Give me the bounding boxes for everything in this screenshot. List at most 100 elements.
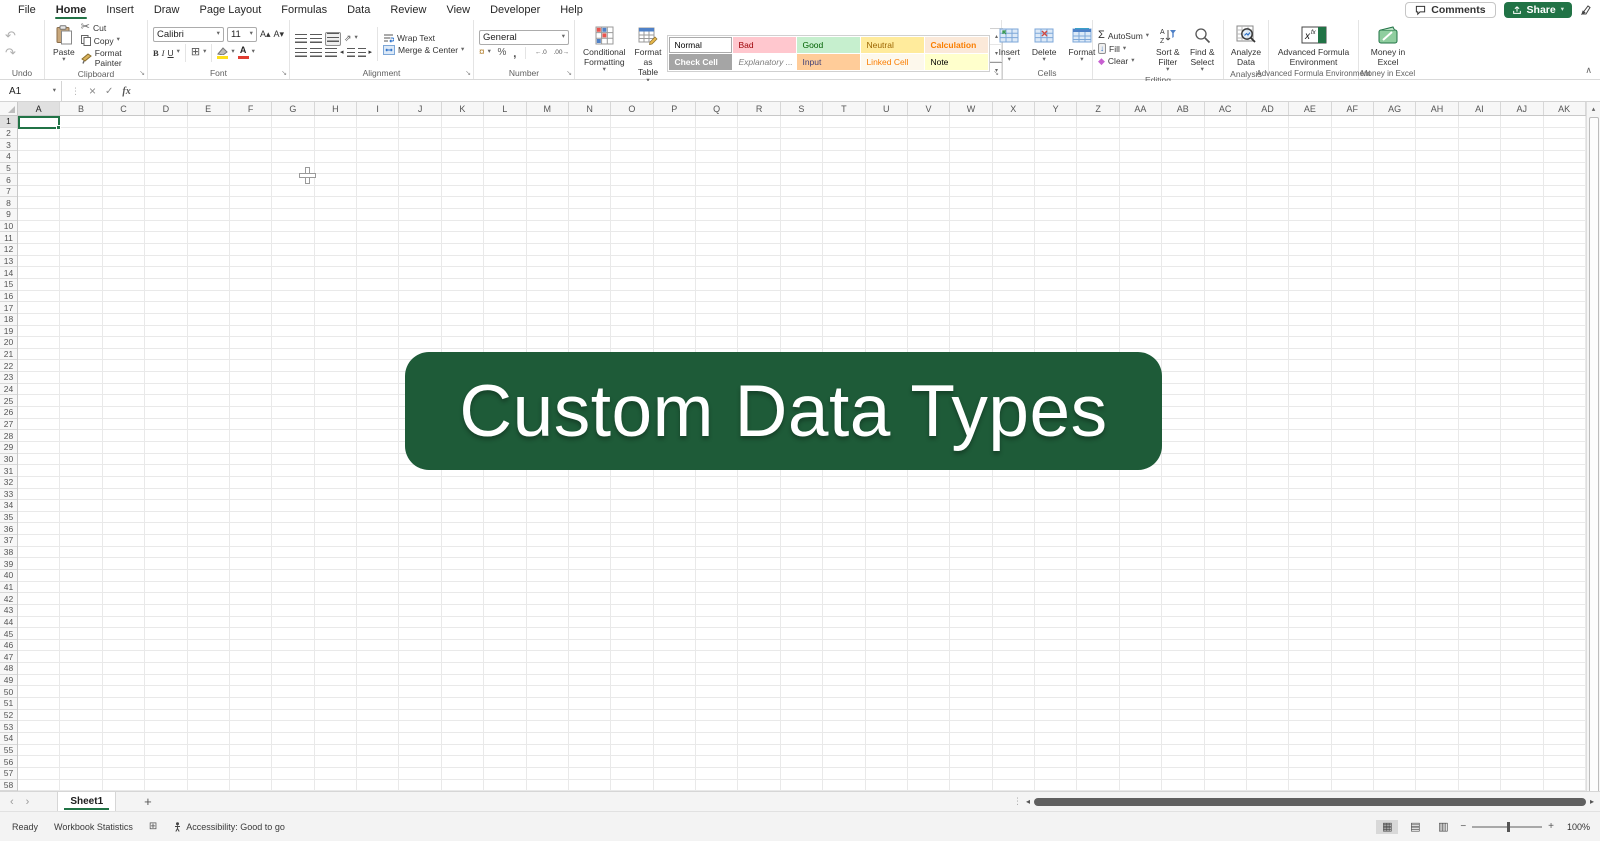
zoom-in-button[interactable]: + <box>1548 821 1554 832</box>
column-header-Z[interactable]: Z <box>1077 102 1119 115</box>
scroll-up-icon[interactable]: ▴ <box>1587 102 1600 116</box>
cancel-icon[interactable]: × <box>89 84 96 98</box>
bottom-align-icon[interactable] <box>325 32 341 46</box>
row-header-14[interactable]: 14 <box>0 267 17 279</box>
page-break-view-icon[interactable]: ▥ <box>1432 820 1454 834</box>
row-header-18[interactable]: 18 <box>0 314 17 326</box>
row-header-40[interactable]: 40 <box>0 570 17 582</box>
number-dialog-launcher-icon[interactable]: ↘ <box>566 70 572 77</box>
cell-style-bad[interactable]: Bad <box>733 37 796 53</box>
menu-tab-home[interactable]: Home <box>46 0 97 20</box>
row-header-55[interactable]: 55 <box>0 745 17 757</box>
menu-tab-developer[interactable]: Developer <box>480 0 550 20</box>
format-as-table-button[interactable]: Format as Table ▾ <box>632 22 665 85</box>
menu-tab-data[interactable]: Data <box>337 0 380 20</box>
sort-filter-button[interactable]: AZ Sort & Filter ▾ <box>1152 22 1183 75</box>
scroll-right-icon[interactable]: ▸ <box>1590 797 1594 806</box>
clipboard-dialog-launcher-icon[interactable]: ↘ <box>139 70 145 77</box>
row-header-10[interactable]: 10 <box>0 221 17 233</box>
autosum-button[interactable]: ΣAutoSum▾ <box>1098 30 1149 41</box>
column-header-G[interactable]: G <box>272 102 314 115</box>
menu-tab-view[interactable]: View <box>436 0 480 20</box>
cell-style-input[interactable]: Input <box>797 54 860 70</box>
menu-tab-insert[interactable]: Insert <box>96 0 144 20</box>
column-header-I[interactable]: I <box>357 102 399 115</box>
vertical-scrollbar[interactable]: ▴ ▾ <box>1586 102 1600 811</box>
row-header-27[interactable]: 27 <box>0 419 17 431</box>
clear-button[interactable]: ◆Clear▾ <box>1098 56 1135 66</box>
cell-style-linked-cell[interactable]: Linked Cell <box>861 54 924 70</box>
row-header-33[interactable]: 33 <box>0 489 17 501</box>
fill-color-button[interactable] <box>217 47 228 59</box>
font-size-select[interactable]: 11▾ <box>227 27 257 42</box>
row-header-48[interactable]: 48 <box>0 663 17 675</box>
add-sheet-button[interactable]: + <box>130 792 166 811</box>
row-header-57[interactable]: 57 <box>0 768 17 780</box>
row-header-2[interactable]: 2 <box>0 128 17 140</box>
column-header-K[interactable]: K <box>442 102 484 115</box>
row-header-26[interactable]: 26 <box>0 407 17 419</box>
decrease-decimal-icon[interactable]: .00→ <box>553 49 569 56</box>
column-header-B[interactable]: B <box>60 102 102 115</box>
row-header-17[interactable]: 17 <box>0 302 17 314</box>
row-header-36[interactable]: 36 <box>0 523 17 535</box>
row-header-49[interactable]: 49 <box>0 675 17 687</box>
select-all-corner[interactable] <box>0 102 18 116</box>
column-header-F[interactable]: F <box>230 102 272 115</box>
column-header-X[interactable]: X <box>993 102 1035 115</box>
column-header-U[interactable]: U <box>866 102 908 115</box>
find-select-button[interactable]: Find & Select ▾ <box>1187 22 1218 75</box>
cell-style-explanatory-[interactable]: Explanatory ... <box>733 54 796 70</box>
comma-style-icon[interactable]: , <box>513 47 516 59</box>
sheet-nav-right-icon[interactable]: › <box>20 796 36 808</box>
column-header-AD[interactable]: AD <box>1247 102 1289 115</box>
menu-tab-review[interactable]: Review <box>380 0 436 20</box>
increase-font-size-button[interactable]: A▴ <box>260 29 271 40</box>
format-painter-button[interactable]: Format Painter <box>81 48 142 68</box>
column-header-Q[interactable]: Q <box>696 102 738 115</box>
row-header-8[interactable]: 8 <box>0 197 17 209</box>
paste-button[interactable]: Paste ▾ <box>50 22 78 68</box>
sheet-nav-left-icon[interactable]: ‹ <box>4 796 20 808</box>
normal-view-icon[interactable]: ▦ <box>1376 820 1398 834</box>
row-header-20[interactable]: 20 <box>0 337 17 349</box>
cell-style-normal[interactable]: Normal <box>669 37 732 53</box>
horizontal-scrollbar[interactable]: ⋮ ◂ ▸ <box>1013 792 1600 811</box>
column-header-AC[interactable]: AC <box>1205 102 1247 115</box>
merge-center-button[interactable]: Merge & Center ▾ <box>383 45 464 55</box>
undo-icon[interactable]: ↶ <box>5 29 16 42</box>
zoom-slider-thumb[interactable] <box>1507 822 1510 832</box>
row-header-37[interactable]: 37 <box>0 535 17 547</box>
column-header-AF[interactable]: AF <box>1332 102 1374 115</box>
horizontal-scrollbar-thumb[interactable] <box>1034 798 1586 806</box>
column-header-A[interactable]: A <box>18 102 60 115</box>
insert-cells-button[interactable]: Insert ▾ <box>996 22 1023 66</box>
increase-decimal-icon[interactable]: ←.0 <box>535 49 547 56</box>
column-header-S[interactable]: S <box>781 102 823 115</box>
scrollbar-drag-handle-icon[interactable]: ⋮ <box>1013 796 1022 807</box>
row-header-23[interactable]: 23 <box>0 372 17 384</box>
row-header-28[interactable]: 28 <box>0 430 17 442</box>
borders-icon[interactable]: ⊞ <box>191 47 200 58</box>
row-header-5[interactable]: 5 <box>0 163 17 175</box>
zoom-out-button[interactable]: − <box>1460 821 1466 832</box>
row-header-12[interactable]: 12 <box>0 244 17 256</box>
copy-button[interactable]: Copy▾ <box>81 35 120 46</box>
column-header-AH[interactable]: AH <box>1416 102 1458 115</box>
row-header-38[interactable]: 38 <box>0 547 17 559</box>
row-header-31[interactable]: 31 <box>0 465 17 477</box>
align-center-icon[interactable] <box>310 48 322 57</box>
row-header-11[interactable]: 11 <box>0 232 17 244</box>
menu-tab-draw[interactable]: Draw <box>144 0 190 20</box>
row-header-42[interactable]: 42 <box>0 593 17 605</box>
analyze-data-button[interactable]: Analyze Data <box>1228 22 1264 68</box>
row-header-56[interactable]: 56 <box>0 756 17 768</box>
underline-dropdown-icon[interactable]: ▾ <box>177 49 180 56</box>
row-header-58[interactable]: 58 <box>0 780 17 792</box>
comments-button[interactable]: Comments <box>1405 2 1495 18</box>
menu-tab-help[interactable]: Help <box>550 0 593 20</box>
row-header-39[interactable]: 39 <box>0 558 17 570</box>
column-header-P[interactable]: P <box>654 102 696 115</box>
column-header-AI[interactable]: AI <box>1459 102 1501 115</box>
align-left-icon[interactable] <box>295 48 307 57</box>
